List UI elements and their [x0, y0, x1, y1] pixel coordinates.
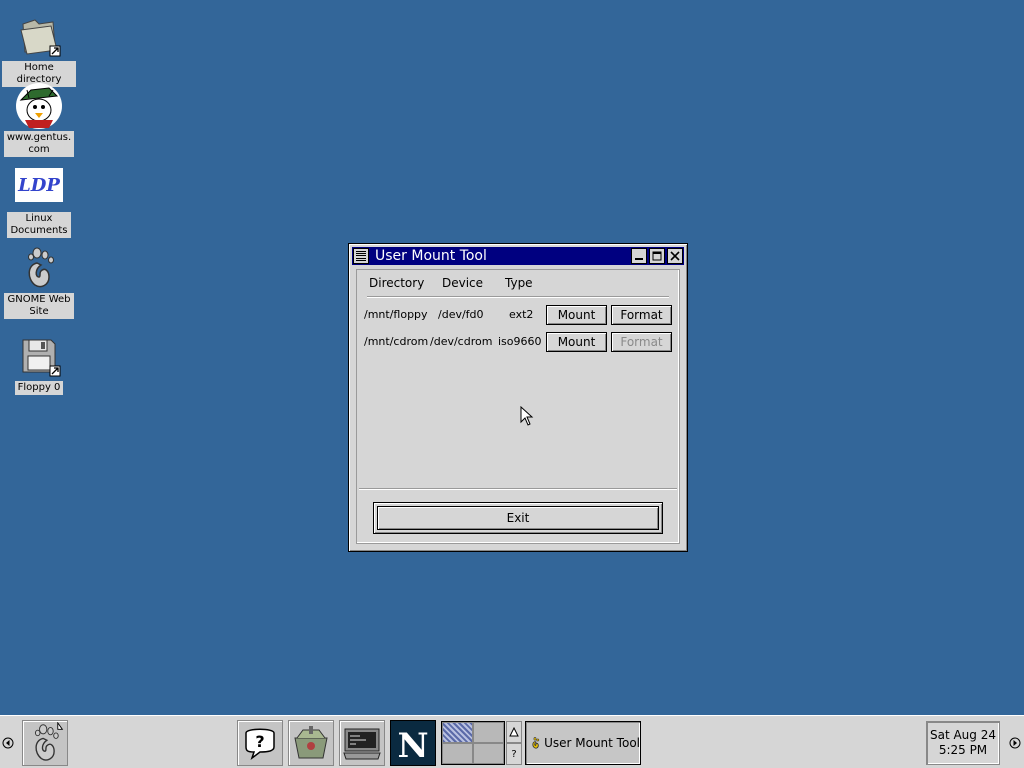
help-glyph: ? [255, 732, 264, 751]
file-manager-launcher[interactable] [288, 720, 334, 766]
gnome-panel: ? N ? User Mount Tool Sat Aug 24 5:25 PM [0, 715, 1024, 768]
netscape-letter: N [397, 726, 428, 765]
pager-help-button[interactable]: ? [506, 743, 522, 765]
gnome-menu-icon [34, 722, 64, 761]
gnome-menu-button[interactable] [22, 720, 68, 766]
window-separator [359, 488, 677, 490]
row-cdrom-type: iso9660 [498, 335, 542, 348]
clock-date: Sat Aug 24 [929, 728, 996, 742]
terminal-icon [343, 728, 381, 760]
floppy-icon [15, 332, 63, 380]
exit-button-frame: Exit [373, 502, 663, 534]
netscape-icon: N [391, 721, 435, 765]
mount-floppy-button[interactable]: Mount [546, 305, 607, 325]
taskbar-label: User Mount Tool [544, 736, 640, 750]
close-icon[interactable] [667, 248, 683, 264]
desktop-icon-home[interactable]: Home directory [2, 12, 76, 87]
window-titlebar[interactable]: User Mount Tool [352, 247, 684, 265]
row-cdrom-directory: /mnt/cdrom [364, 335, 429, 348]
folder-icon [15, 12, 63, 60]
header-directory: Directory [369, 276, 425, 290]
window-content: Directory Device Type /mnt/floppy /dev/f… [356, 269, 680, 544]
gnome-foot-icon [15, 244, 63, 292]
workspace-1[interactable] [442, 722, 473, 743]
mount-cdrom-button[interactable]: Mount [546, 332, 607, 352]
netscape-launcher[interactable]: N [390, 720, 436, 766]
desktop-icon-gentus[interactable]: www.gentus. com [2, 82, 76, 157]
taskbar-user-mount-tool[interactable]: User Mount Tool [525, 721, 641, 765]
help-launcher[interactable]: ? [237, 720, 283, 766]
window-title: User Mount Tool [375, 248, 487, 264]
desktop-icon-floppy[interactable]: Floppy 0 [2, 332, 76, 395]
workspace-4[interactable] [473, 743, 504, 764]
clock-applet[interactable]: Sat Aug 24 5:25 PM [926, 721, 1000, 765]
desktop-icon-label: Linux Documents [7, 212, 71, 238]
desktop-icon-gnome-web[interactable]: GNOME Web Site [2, 244, 76, 319]
panel-hide-left-icon[interactable] [0, 716, 16, 768]
window-menu-icon[interactable] [353, 248, 369, 264]
help-icon: ? [245, 728, 275, 761]
panel-hide-right-icon[interactable] [1007, 716, 1023, 768]
clock-time: 5:25 PM [938, 743, 988, 757]
desktop-icon-label: Floppy 0 [14, 381, 64, 395]
workspace-pager[interactable] [441, 721, 505, 765]
header-type: Type [505, 276, 533, 290]
header-device: Device [442, 276, 484, 290]
row-floppy-type: ext2 [509, 308, 534, 321]
ldp-logo-text: LDP [18, 174, 60, 196]
row-cdrom-device: /dev/cdrom [430, 335, 493, 348]
minimize-icon[interactable] [631, 248, 647, 264]
gnome-foot-icon [532, 737, 540, 749]
exit-button[interactable]: Exit [377, 506, 659, 530]
desktop-icon-label: GNOME Web Site [4, 293, 74, 319]
maximize-icon[interactable] [649, 248, 665, 264]
mouse-cursor-icon [520, 406, 534, 426]
desktop-icon-ldp[interactable]: LDP Linux Documents [2, 168, 76, 238]
pager-controls: ? [506, 721, 522, 765]
workspace-2[interactable] [473, 722, 504, 743]
pager-up-arrow-icon[interactable] [506, 721, 522, 743]
terminal-launcher[interactable] [339, 720, 385, 766]
row-floppy-directory: /mnt/floppy [364, 308, 428, 321]
header-divider [367, 296, 669, 298]
format-cdrom-button: Format [611, 332, 672, 352]
format-floppy-button[interactable]: Format [611, 305, 672, 325]
workspace-3[interactable] [442, 743, 473, 764]
row-floppy-device: /dev/fd0 [438, 308, 484, 321]
ldp-logo-icon: LDP [15, 168, 63, 202]
desktop-icon-label: www.gentus. com [3, 131, 75, 157]
user-mount-tool-window: User Mount Tool Directory Device Type /m… [348, 243, 688, 552]
file-manager-icon [294, 726, 328, 759]
gentus-logo-icon [15, 82, 63, 130]
